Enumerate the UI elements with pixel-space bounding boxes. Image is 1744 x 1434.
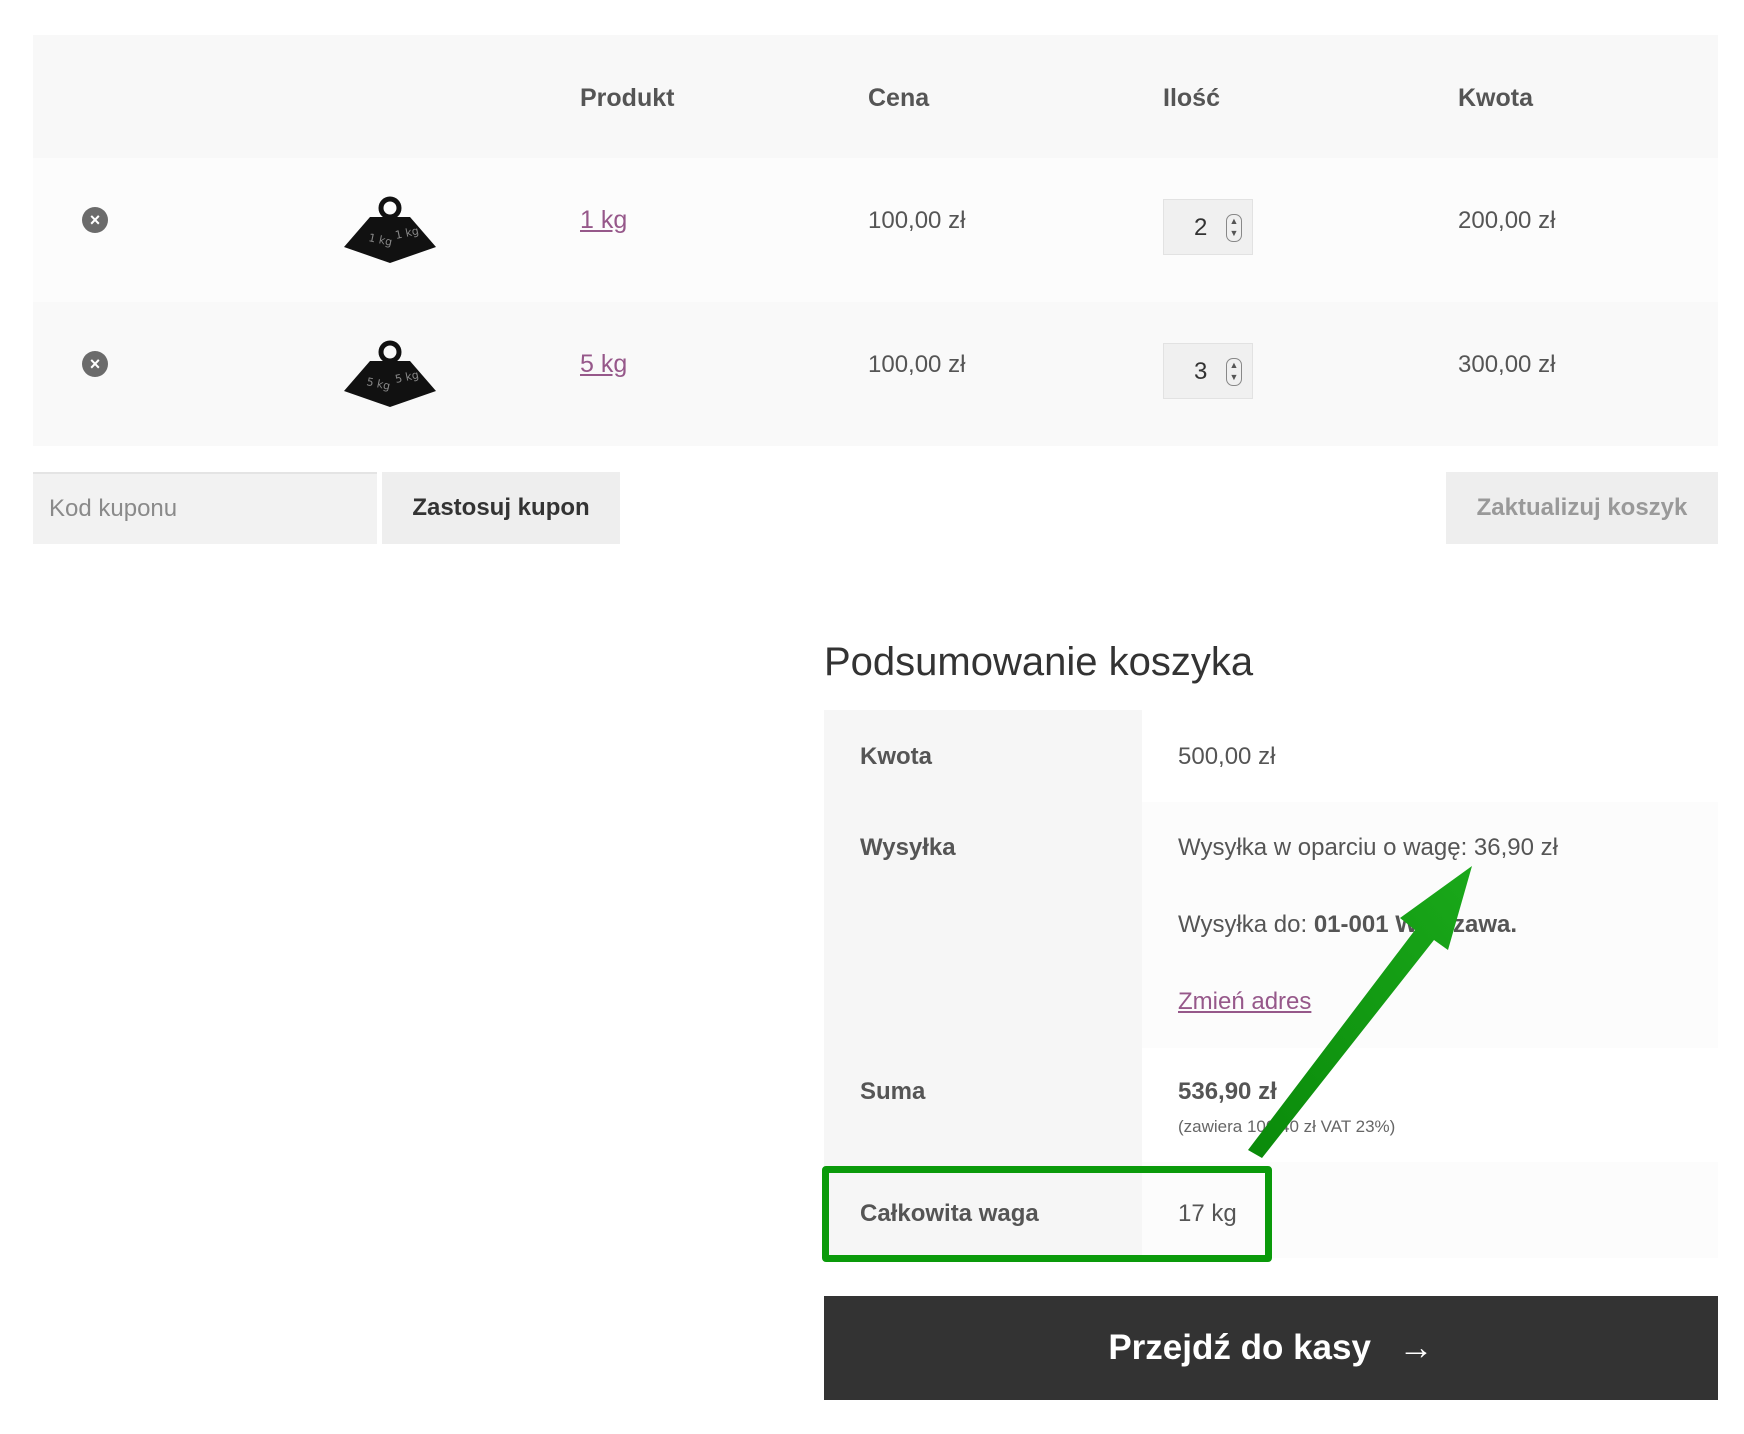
annotation-arrow-icon bbox=[1248, 866, 1472, 1158]
product-subtotal: 300,00 zł bbox=[1458, 351, 1556, 378]
product-subtotal: 200,00 zł bbox=[1458, 207, 1556, 234]
subtotal-value: 500,00 zł bbox=[1178, 743, 1276, 770]
quantity-value: 3 bbox=[1194, 358, 1208, 385]
arrow-right-icon: → bbox=[1398, 1328, 1434, 1367]
header-price: Cena bbox=[868, 84, 930, 112]
quantity-stepper[interactable]: 3 ▲ ▼ bbox=[1163, 343, 1253, 399]
header-quantity: Ilość bbox=[1163, 84, 1220, 112]
update-cart-button[interactable]: Zaktualizuj koszyk bbox=[1446, 472, 1718, 544]
product-link[interactable]: 1 kg bbox=[580, 206, 627, 235]
subtotal-label: Kwota bbox=[860, 743, 932, 770]
weight-product-icon: 1 kg 1 kg bbox=[344, 196, 436, 263]
shipping-label: Wysyłka bbox=[860, 834, 956, 861]
quantity-stepper[interactable]: 2 ▲ ▼ bbox=[1163, 199, 1253, 255]
order-total-label: Suma bbox=[860, 1078, 926, 1105]
remove-item-icon[interactable]: × bbox=[82, 351, 108, 377]
quantity-value: 2 bbox=[1194, 214, 1208, 241]
header-product: Produkt bbox=[580, 84, 675, 112]
coupon-code-input[interactable] bbox=[33, 472, 377, 544]
checkout-label: Przejdź do kasy bbox=[1108, 1328, 1371, 1367]
proceed-to-checkout-button[interactable]: Przejdź do kasy → bbox=[824, 1296, 1718, 1400]
spinner-icon[interactable]: ▲ ▼ bbox=[1226, 214, 1242, 242]
product-link[interactable]: 5 kg bbox=[580, 350, 627, 379]
apply-coupon-button[interactable]: Zastosuj kupon bbox=[382, 472, 620, 544]
cart-totals-title: Podsumowanie koszyka bbox=[824, 640, 1254, 684]
header-subtotal: Kwota bbox=[1458, 84, 1533, 112]
shipping-method: Wysyłka w oparciu o wagę: 36,90 zł bbox=[1178, 834, 1558, 861]
weight-product-icon: 5 kg 5 kg bbox=[344, 340, 436, 407]
spinner-icon[interactable]: ▲ ▼ bbox=[1226, 358, 1242, 386]
product-price: 100,00 zł bbox=[868, 207, 966, 234]
weight-highlight-box bbox=[822, 1166, 1272, 1262]
remove-item-icon[interactable]: × bbox=[82, 207, 108, 233]
product-price: 100,00 zł bbox=[868, 351, 966, 378]
